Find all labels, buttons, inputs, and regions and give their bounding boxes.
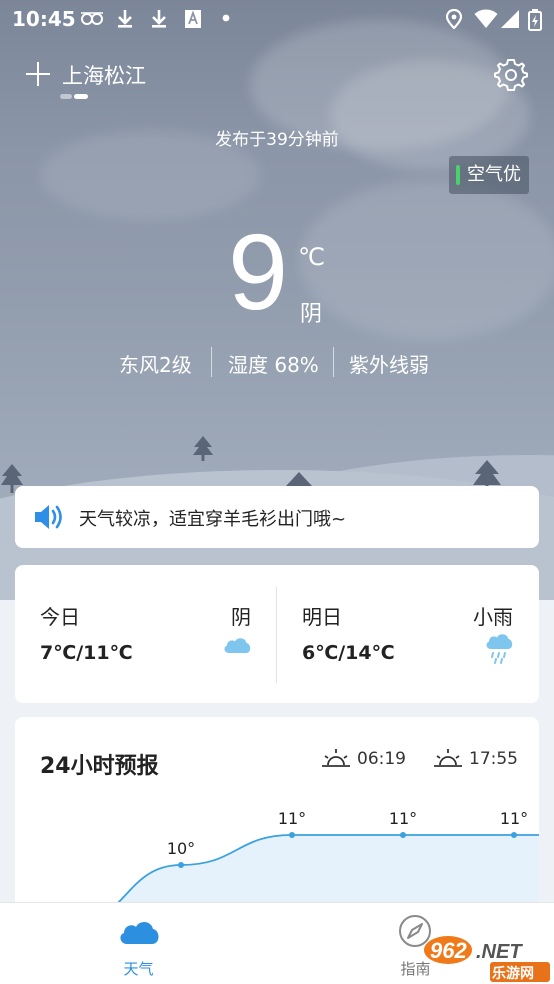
current-details: 东风2级 湿度 68% 紫外线弱: [0, 345, 554, 379]
temperature-label: 11°: [500, 809, 528, 828]
temperature-label: 11°: [278, 809, 306, 828]
vpn-icon: [81, 12, 103, 25]
tomorrow-condition: 小雨: [473, 605, 513, 629]
light-rain-icon: [486, 634, 513, 664]
tomorrow-forecast[interactable]: 明日 小雨 6℃/14℃: [277, 565, 539, 703]
dot-icon: [222, 14, 230, 22]
aqi-text: 空气优: [467, 164, 521, 185]
temperature-unit: ℃: [298, 243, 325, 271]
location-icon: [446, 9, 462, 29]
today-forecast[interactable]: 今日 阴 7℃/11℃: [15, 565, 277, 703]
sunrise-icon: [322, 749, 350, 767]
svg-text:乐游网: 乐游网: [492, 965, 534, 982]
weather-cloud-icon: [120, 921, 159, 944]
uv-info: 紫外线弱: [349, 353, 429, 377]
svg-text:.NET: .NET: [476, 941, 523, 963]
humidity-info: 湿度 68%: [228, 353, 319, 377]
status-time: 10:45: [12, 7, 76, 31]
weather-tip-card[interactable]: 天气较凉，适宜穿羊毛衫出门哦~: [15, 486, 539, 548]
today-condition: 阴: [231, 605, 251, 629]
hourly-temperature-chart: 8°10°11°11°11°: [15, 809, 539, 917]
nav-weather-label: 天气: [123, 960, 154, 978]
speaker-icon[interactable]: [33, 503, 67, 531]
air-quality-badge[interactable]: 空气优: [449, 156, 529, 194]
download-icon: [118, 10, 132, 28]
cloudy-icon: [224, 638, 251, 653]
tomorrow-label: 明日: [302, 605, 342, 629]
site-watermark-logo: 962 .NET 乐游网: [424, 936, 550, 982]
city-page-indicator: [60, 94, 90, 100]
temperature-label: 11°: [389, 809, 417, 828]
svg-text:962: 962: [430, 938, 467, 963]
status-bar: 10:45: [0, 0, 554, 38]
tip-text: 天气较凉，适宜穿羊毛衫出门哦~: [79, 509, 347, 530]
battery-icon: [528, 9, 542, 31]
sunrise-time: 06:19: [357, 749, 406, 769]
add-city-button[interactable]: [24, 60, 52, 88]
temperature-point: [400, 832, 406, 838]
published-time: 发布于39分钟前: [215, 130, 339, 150]
sunset-icon: [434, 749, 462, 767]
city-name[interactable]: 上海松江: [62, 60, 146, 90]
today-temperature-range: 7℃/11℃: [40, 642, 133, 664]
download-icon: [152, 10, 166, 28]
aqi-level-bar: [456, 165, 460, 185]
tomorrow-temperature-range: 6℃/14℃: [302, 642, 395, 664]
signal-icon: [501, 10, 519, 28]
sunset-time: 17:55: [469, 749, 518, 769]
wind-info: 东风2级: [119, 353, 192, 377]
daily-forecast-card: 今日 阴 7℃/11℃ 明日 小雨 6℃/14℃: [15, 565, 539, 703]
temperature-point: [511, 832, 517, 838]
temperature-point: [178, 862, 184, 868]
today-label: 今日: [40, 605, 80, 629]
nav-weather-tab[interactable]: 天气: [0, 903, 277, 984]
hourly-title: 24小时预报: [40, 754, 159, 779]
temperature-point: [289, 832, 295, 838]
hourly-forecast-card[interactable]: 24小时预报 06:19 17:55 8°10°11°11°11°: [15, 717, 539, 917]
font-icon: [185, 10, 201, 28]
wifi-icon: [474, 9, 498, 28]
current-condition: 阴: [300, 302, 323, 327]
settings-gear-icon[interactable]: [494, 57, 528, 91]
current-temperature: 9: [228, 211, 289, 332]
temperature-label: 10°: [167, 839, 195, 858]
